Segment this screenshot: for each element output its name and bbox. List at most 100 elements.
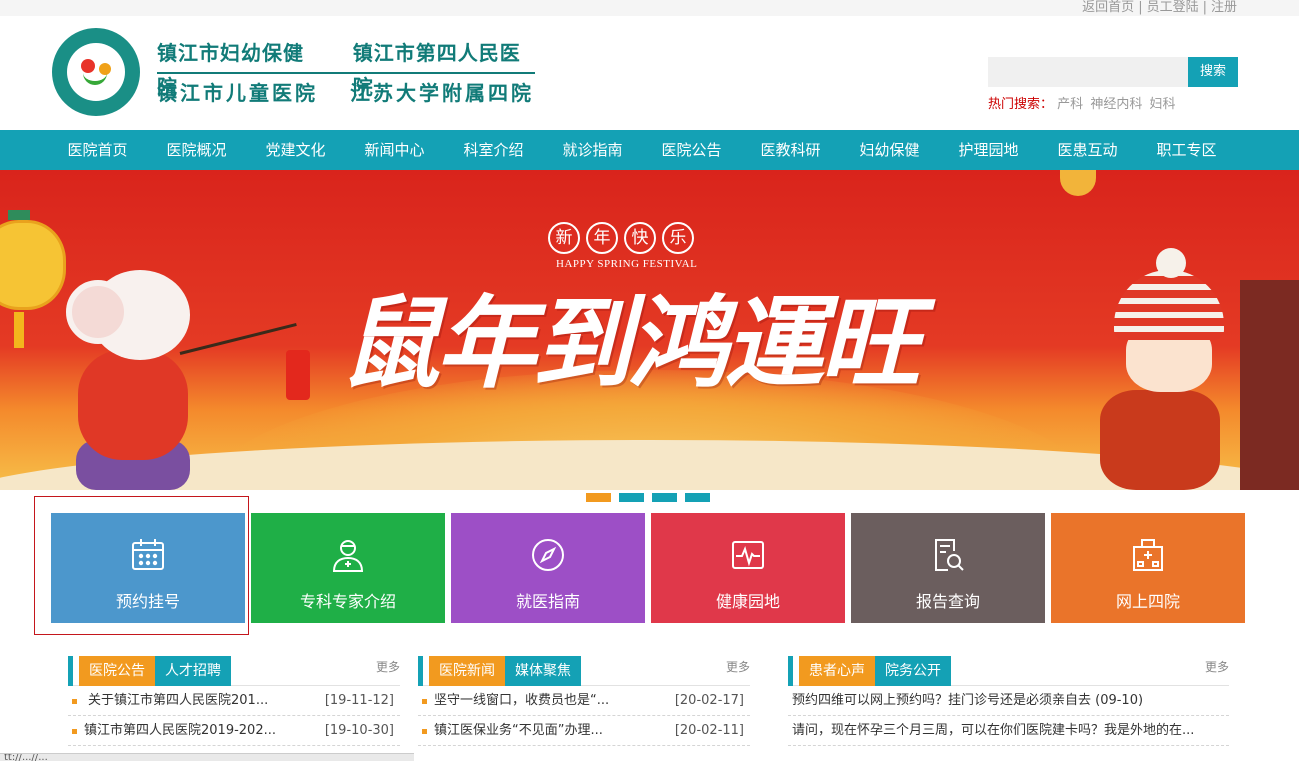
question-list: 预约四维可以网上预约吗？挂门诊号还是必须亲自去 (09-10) 请问，现在怀孕三… xyxy=(788,686,1229,746)
search-input[interactable] xyxy=(988,57,1188,87)
site-header: 镇江市妇幼保健院 镇江市第四人民医院 镇江市儿童医院 江苏大学附属四院 搜索 热… xyxy=(0,16,1299,130)
list-item[interactable]: 预约四维可以网上预约吗？挂门诊号还是必须亲自去 (09-10) xyxy=(788,686,1229,716)
mouse-ear xyxy=(66,280,130,344)
panel-header: 医院公告 人才招聘 更多 xyxy=(68,656,400,686)
more-link[interactable]: 更多 xyxy=(726,658,750,675)
experts-tile[interactable]: 专科专家介绍 xyxy=(251,513,445,623)
tab-media-focus[interactable]: 媒体聚焦 xyxy=(505,656,581,686)
girl-hat xyxy=(1114,270,1224,340)
calendar-icon xyxy=(132,539,164,570)
staff-login-link[interactable]: 员工登陆 xyxy=(1147,0,1199,15)
heartbeat-icon xyxy=(732,541,764,569)
lantern-image xyxy=(0,220,66,310)
nav-item-news[interactable]: 新闻中心 xyxy=(345,130,444,170)
names-row-1: 镇江市妇幼保健院 镇江市第四人民医院 xyxy=(157,36,537,99)
separator: | xyxy=(1202,0,1207,15)
news-panel: 医院新闻 媒体聚焦 更多 坚守一线窗口，收费员也是“... [20-02-17]… xyxy=(418,656,750,746)
nav-item-notices[interactable]: 医院公告 xyxy=(642,130,741,170)
browser-status-bar: tt://...//... xyxy=(0,753,414,761)
item-title[interactable]: 镇江医保业务“不见面”办理... xyxy=(434,716,644,746)
health-tile[interactable]: 健康园地 xyxy=(651,513,845,623)
tab-hospital-news[interactable]: 医院新闻 xyxy=(429,656,505,686)
hot-search-label: 热门搜索： xyxy=(988,97,1054,112)
firecracker-stick xyxy=(179,323,297,355)
search-button[interactable]: 搜索 xyxy=(1188,57,1238,87)
greeting-circles: 新 年 快 乐 xyxy=(548,222,694,254)
appointment-tile[interactable]: 预约挂号 xyxy=(51,513,245,623)
greeting-char: 新 xyxy=(548,222,580,254)
nav-item-staff[interactable]: 职工专区 xyxy=(1137,130,1236,170)
nav-item-research[interactable]: 医教科研 xyxy=(741,130,840,170)
report-tile[interactable]: 报告查询 xyxy=(851,513,1045,623)
tab-notices[interactable]: 医院公告 xyxy=(79,656,155,686)
bullet xyxy=(422,729,427,734)
bullet xyxy=(72,699,77,704)
item-title[interactable]: 关于镇江市第四人民医院201... xyxy=(88,686,288,716)
hot-keyword-link[interactable]: 神经内科 xyxy=(1090,97,1142,112)
nav-item-guide[interactable]: 就诊指南 xyxy=(543,130,642,170)
tile-label: 专科专家介绍 xyxy=(299,592,396,611)
hero-banner[interactable]: 新 年 快 乐 HAPPY SPRING FESTIVAL 鼠年到鸿運旺 xyxy=(0,170,1299,490)
register-link[interactable]: 注册 xyxy=(1211,0,1237,15)
lantern-cap xyxy=(8,210,30,220)
home-link[interactable]: 返回首页 xyxy=(1082,0,1134,15)
list-item[interactable]: 坚守一线窗口，收费员也是“... [20-02-17] xyxy=(418,686,750,716)
top-links: 返回首页 | 员工登陆 | 注册 xyxy=(1080,0,1239,15)
hospital-name: 镇江市儿童医院 xyxy=(157,81,318,105)
tile-label: 健康园地 xyxy=(715,592,780,611)
firecracker-image xyxy=(286,350,310,400)
guide-tile[interactable]: 就医指南 xyxy=(451,513,645,623)
top-utility-bar: 返回首页 | 员工登陆 | 注册 xyxy=(0,0,1299,16)
item-title[interactable]: 镇江市第四人民医院2019-202... xyxy=(84,716,299,746)
tab-recruitment[interactable]: 人才招聘 xyxy=(155,656,231,686)
banner-calligraphy: 鼠年到鸿運旺 xyxy=(340,284,920,402)
hospital-logo-seal[interactable] xyxy=(52,28,140,116)
nav-item-home[interactable]: 医院首页 xyxy=(48,130,147,170)
bullet xyxy=(422,699,427,704)
panel-accent xyxy=(418,656,423,686)
slide-dot[interactable] xyxy=(685,493,710,502)
slide-dot[interactable] xyxy=(586,493,611,502)
banner-pager xyxy=(586,493,710,502)
girl-coat xyxy=(1100,390,1220,490)
mouse-body xyxy=(78,350,188,460)
list-item[interactable]: 请问，现在怀孕三个月三周，可以在你们医院建卡吗？我是外地的在... xyxy=(788,716,1229,746)
nav-item-maternal-care[interactable]: 妇幼保健 xyxy=(840,130,939,170)
item-date: [19-11-12] xyxy=(324,693,394,708)
online-hospital-tile[interactable]: 网上四院 xyxy=(1051,513,1245,623)
item-date: [20-02-17] xyxy=(674,693,744,708)
list-item[interactable]: 镇江市第四人民医院2019-202... [19-10-30] xyxy=(68,716,400,746)
list-item[interactable]: 镇江医保业务“不见面”办理... [20-02-11] xyxy=(418,716,750,746)
nav-item-departments[interactable]: 科室介绍 xyxy=(444,130,543,170)
girl-hat-pompom xyxy=(1156,248,1186,278)
nav-item-nursing[interactable]: 护理园地 xyxy=(939,130,1038,170)
panel-accent xyxy=(788,656,793,686)
mouse-illustration xyxy=(60,270,297,490)
nav-item-overview[interactable]: 医院概况 xyxy=(147,130,246,170)
greeting-char: 快 xyxy=(624,222,656,254)
item-title[interactable]: 坚守一线窗口，收费员也是“... xyxy=(434,686,644,716)
more-link[interactable]: 更多 xyxy=(376,658,400,675)
panel-header: 医院新闻 媒体聚焦 更多 xyxy=(418,656,750,686)
item-title[interactable]: 预约四维可以网上预约吗？挂门诊号还是必须亲自去 (09-10) xyxy=(792,686,1222,716)
hospital-name: 镇江市妇幼保健院 xyxy=(157,41,304,99)
tab-affairs-disclosure[interactable]: 院务公开 xyxy=(875,656,951,686)
hot-keyword-link[interactable]: 产科 xyxy=(1057,97,1083,112)
slide-dot[interactable] xyxy=(619,493,644,502)
hot-keyword-link[interactable]: 妇科 xyxy=(1149,97,1175,112)
separator: | xyxy=(1138,0,1143,15)
more-link[interactable]: 更多 xyxy=(1205,658,1229,675)
hospital-icon xyxy=(1133,539,1163,571)
greeting-char: 年 xyxy=(586,222,618,254)
item-date: [20-02-11] xyxy=(674,723,744,738)
item-title[interactable]: 请问，现在怀孕三个月三周，可以在你们医院建卡吗？我是外地的在... xyxy=(792,716,1226,746)
panel-header: 患者心声 院务公开 更多 xyxy=(788,656,1229,686)
nav-item-party-culture[interactable]: 党建文化 xyxy=(246,130,345,170)
nav-item-interaction[interactable]: 医患互动 xyxy=(1038,130,1137,170)
tile-label: 网上四院 xyxy=(1115,592,1180,611)
lantern-tassel xyxy=(14,312,24,348)
compass-icon xyxy=(532,539,564,571)
list-item[interactable]: 关于镇江市第四人民医院201... [19-11-12] xyxy=(68,686,400,716)
tab-patient-voice[interactable]: 患者心声 xyxy=(799,656,875,686)
slide-dot[interactable] xyxy=(652,493,677,502)
